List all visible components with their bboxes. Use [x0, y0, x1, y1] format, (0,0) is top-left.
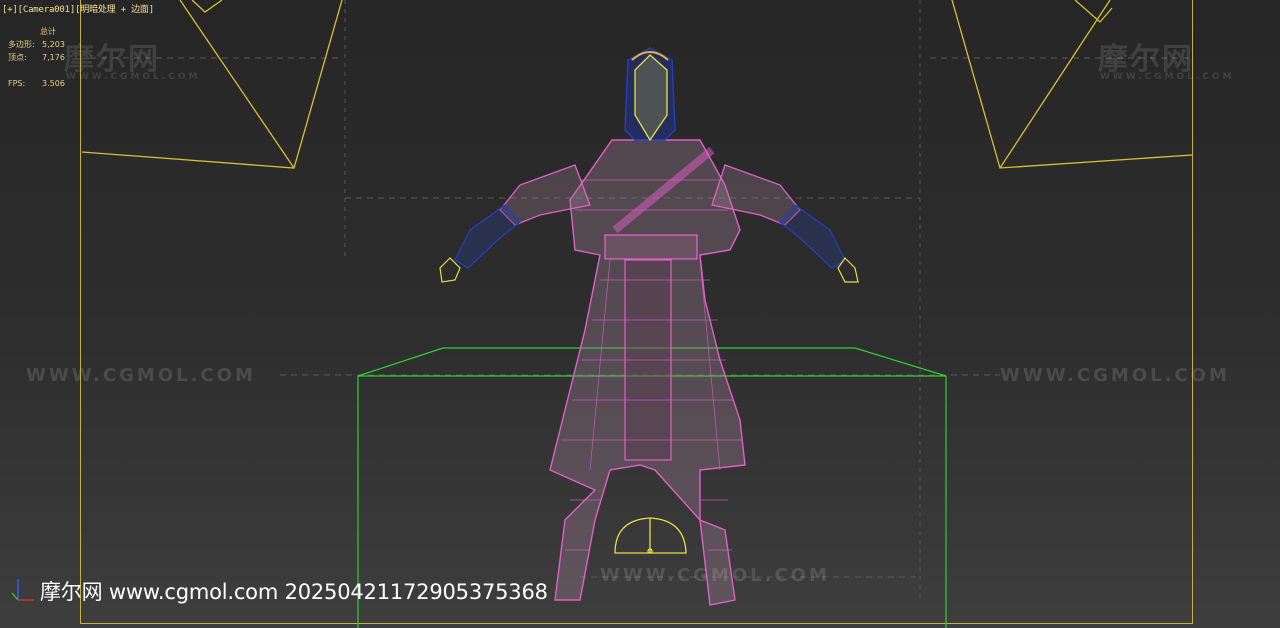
stats-polys-label: 多边形:: [8, 40, 35, 49]
camera-frustum-left[interactable]: [81, 0, 343, 169]
watermark-url-left-small: WWW.CGMOL.COM: [66, 72, 201, 82]
viewport-statistics: 总计 多边形: 5,203 顶点: 7,176 FPS: 3.506: [8, 25, 65, 90]
perspective-viewport[interactable]: 摩尔网 WWW.CGMOL.COM 摩尔网 WWW.CGMOL.COM WWW.…: [0, 0, 1280, 628]
stats-polys-value: 5,203: [42, 40, 65, 49]
watermark-url-bottom: WWW.CGMOL.COM: [600, 565, 830, 586]
watermark-url-right-small: WWW.CGMOL.COM: [1100, 72, 1235, 82]
dome-light-helper[interactable]: [614, 517, 687, 554]
watermark-url-left: WWW.CGMOL.COM: [26, 365, 256, 386]
character-wireframe[interactable]: [439, 47, 859, 606]
axis-gizmo-icon: [11, 579, 34, 601]
camera-frustum-right[interactable]: [951, 0, 1193, 169]
stats-header: 总计: [40, 27, 56, 36]
watermark-url-right: WWW.CGMOL.COM: [1000, 365, 1230, 386]
stats-verts-value: 7,176: [42, 53, 65, 62]
scene-canvas[interactable]: [0, 0, 1280, 628]
viewport-shading-label[interactable]: [明暗处理 + 边面]: [75, 5, 154, 15]
viewport-camera-label[interactable]: [Camera001]: [18, 5, 76, 15]
viewport-label[interactable]: [+][Camera001][明暗处理 + 边面]: [2, 2, 154, 15]
stats-fps-value: 3.506: [42, 79, 65, 88]
viewport-menu-plus[interactable]: [+]: [2, 5, 18, 15]
footer-watermark: 摩尔网 www.cgmol.com 20250421172905375368: [40, 580, 548, 604]
stats-fps-label: FPS:: [8, 79, 26, 88]
stats-verts-label: 顶点:: [8, 53, 27, 62]
